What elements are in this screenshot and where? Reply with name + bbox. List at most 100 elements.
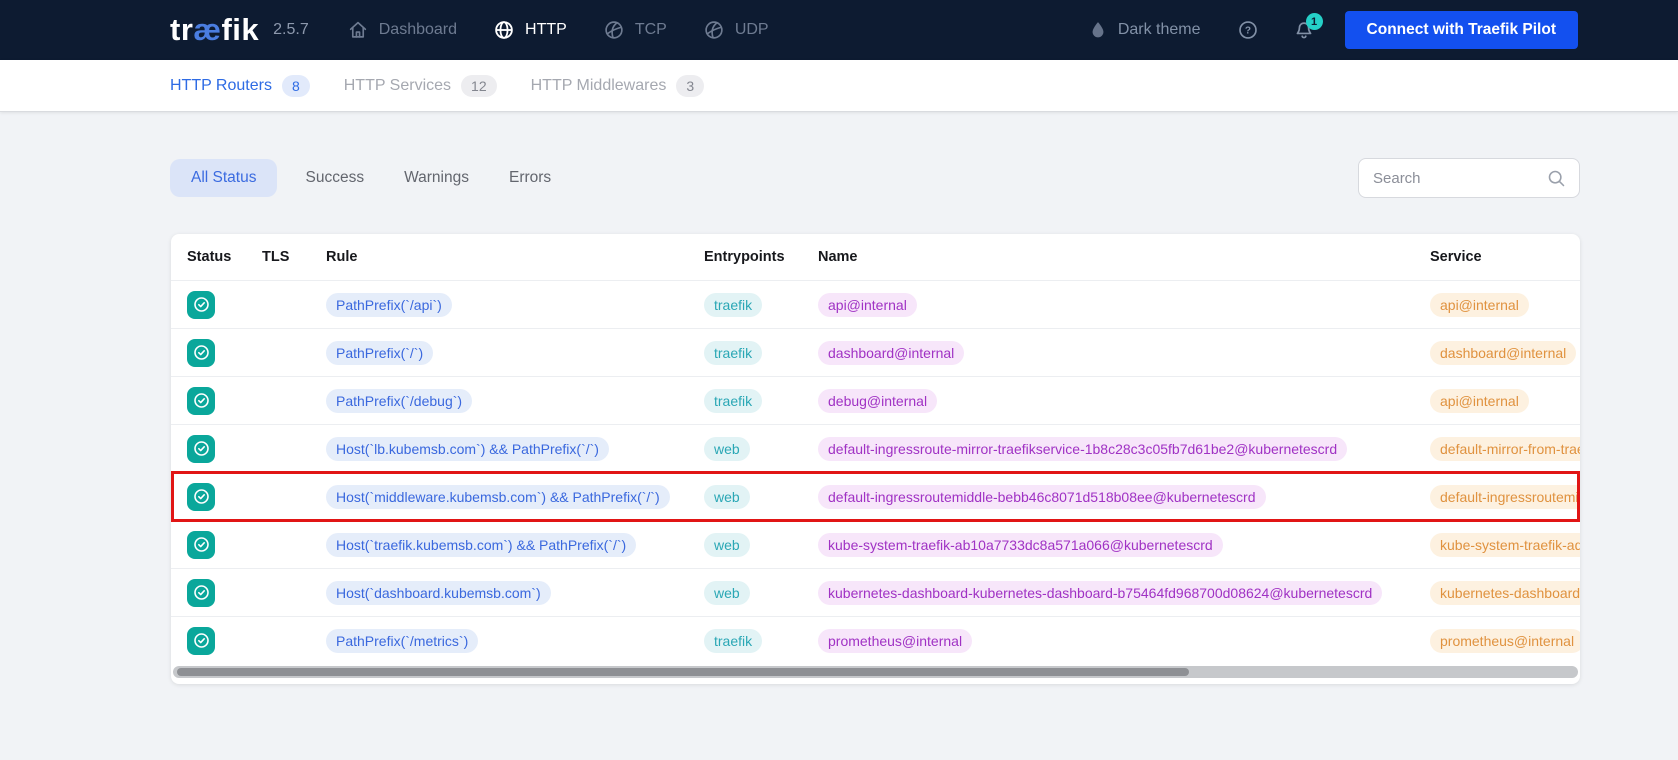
- success-status-icon: [187, 387, 215, 415]
- name-pill: default-ingressroute-mirror-traefikservi…: [818, 437, 1347, 461]
- name-pill: default-ingressroutemiddle-bebb46c8071d5…: [818, 485, 1266, 509]
- table-row[interactable]: Host(`lb.kubemsb.com`) && PathPrefix(`/`…: [171, 424, 1580, 472]
- search-input[interactable]: [1371, 169, 1546, 188]
- success-status-icon: [187, 627, 215, 655]
- service-pill: default-ingressroutemiddle: [1430, 485, 1580, 509]
- connect-traefik-pilot-button[interactable]: Connect with Traefik Pilot: [1345, 11, 1578, 49]
- subnav-tabs: HTTP Routers 8 HTTP Services 12 HTTP Mid…: [0, 60, 1678, 112]
- service-pill: api@internal: [1430, 293, 1529, 317]
- entrypoints-pill: web: [704, 581, 750, 605]
- help-button[interactable]: ?: [1237, 19, 1259, 41]
- nav-item-dashboard[interactable]: Dashboard: [347, 19, 457, 41]
- rule-pill: Host(`traefik.kubemsb.com`) && PathPrefi…: [326, 533, 636, 557]
- tab-http-middlewares[interactable]: HTTP Middlewares 3: [531, 75, 705, 97]
- scrollbar-thumb[interactable]: [177, 668, 1189, 676]
- logo-ae-text: æ: [193, 12, 221, 47]
- entrypoints-pill: traefik: [704, 629, 762, 653]
- table-body: PathPrefix(`/api`) traefik api@internal …: [171, 280, 1580, 664]
- entrypoints-pill: traefik: [704, 293, 762, 317]
- top-navbar: træfik 2.5.7 Dashboard HTTP TCP UDP Dark…: [0, 0, 1678, 60]
- nav-item-label: Dashboard: [379, 21, 457, 39]
- table-row[interactable]: PathPrefix(`/debug`) traefik debug@inter…: [171, 376, 1580, 424]
- tab-label: HTTP Services: [344, 77, 451, 95]
- rule-pill: Host(`middleware.kubemsb.com`) && PathPr…: [326, 485, 670, 509]
- table-row[interactable]: Host(`dashboard.kubemsb.com`) web kubern…: [171, 568, 1580, 616]
- success-status-icon: [187, 579, 215, 607]
- home-icon: [347, 19, 369, 41]
- theme-toggle[interactable]: Dark theme: [1088, 20, 1201, 40]
- nav-item-udp[interactable]: UDP: [703, 19, 769, 41]
- table-row[interactable]: PathPrefix(`/metrics`) traefik prometheu…: [171, 616, 1580, 664]
- contrast-drop-icon: [1088, 20, 1108, 40]
- filter-chip-errors[interactable]: Errors: [509, 169, 551, 187]
- filter-row: All Status Success Warnings Errors: [170, 158, 1580, 198]
- nav-item-tcp[interactable]: TCP: [603, 19, 667, 41]
- version-label: 2.5.7: [273, 21, 309, 39]
- tab-label: HTTP Routers: [170, 77, 272, 95]
- column-header-rule: Rule: [326, 249, 704, 265]
- notification-badge: 1: [1306, 13, 1323, 30]
- table-row[interactable]: Host(`middleware.kubemsb.com`) && PathPr…: [171, 472, 1580, 520]
- search-box: [1358, 158, 1580, 198]
- horizontal-scrollbar[interactable]: [173, 666, 1578, 678]
- service-pill: prometheus@internal: [1430, 629, 1580, 653]
- column-header-entrypoints: Entrypoints: [704, 249, 818, 265]
- filter-chip-warnings[interactable]: Warnings: [404, 169, 469, 187]
- column-header-status: Status: [187, 249, 262, 265]
- service-pill: kube-system-traefik-admin: [1430, 533, 1580, 557]
- tab-count-badge: 12: [461, 75, 497, 97]
- name-pill: debug@internal: [818, 389, 937, 413]
- topbar-right: Dark theme ? 1 Connect with Traefik Pilo…: [1088, 11, 1578, 49]
- status-filter-group: All Status Success Warnings Errors: [170, 159, 551, 197]
- table-row[interactable]: PathPrefix(`/`) traefik dashboard@intern…: [171, 328, 1580, 376]
- globe-icon: [493, 19, 515, 41]
- nav-item-http[interactable]: HTTP: [493, 19, 567, 41]
- service-pill: api@internal: [1430, 389, 1529, 413]
- name-pill: kube-system-traefik-ab10a7733dc8a571a066…: [818, 533, 1223, 557]
- notifications-button[interactable]: 1: [1293, 19, 1315, 41]
- nav-item-label: UDP: [735, 21, 769, 39]
- filter-chip-all-status[interactable]: All Status: [170, 159, 277, 197]
- name-pill: prometheus@internal: [818, 629, 972, 653]
- tab-count-badge: 8: [282, 75, 310, 97]
- service-pill: dashboard@internal: [1430, 341, 1576, 365]
- rule-pill: Host(`dashboard.kubemsb.com`): [326, 581, 551, 605]
- table-header-row: Status TLS Rule Entrypoints Name Service: [171, 234, 1580, 280]
- tab-count-badge: 3: [676, 75, 704, 97]
- rule-pill: PathPrefix(`/metrics`): [326, 629, 478, 653]
- entrypoints-pill: web: [704, 485, 750, 509]
- content-area: All Status Success Warnings Errors Status T…: [0, 158, 1678, 684]
- tab-http-routers[interactable]: HTTP Routers 8: [170, 75, 310, 97]
- rule-pill: PathPrefix(`/api`): [326, 293, 452, 317]
- rule-pill: Host(`lb.kubemsb.com`) && PathPrefix(`/`…: [326, 437, 609, 461]
- logo-text: tr: [170, 12, 193, 47]
- tab-label: HTTP Middlewares: [531, 77, 667, 95]
- svg-text:?: ?: [1244, 26, 1250, 37]
- table-row[interactable]: PathPrefix(`/api`) traefik api@internal …: [171, 280, 1580, 328]
- theme-toggle-label: Dark theme: [1118, 21, 1201, 39]
- filter-chip-success[interactable]: Success: [305, 169, 364, 187]
- service-pill: kubernetes-dashboard: [1430, 581, 1580, 605]
- service-pill: default-mirror-from-traefikservice: [1430, 437, 1580, 461]
- traefik-dashboard: træfik 2.5.7 Dashboard HTTP TCP UDP Dark…: [0, 0, 1678, 684]
- success-status-icon: [187, 531, 215, 559]
- tab-http-services[interactable]: HTTP Services 12: [344, 75, 497, 97]
- column-header-name: Name: [818, 249, 1430, 265]
- table-row[interactable]: Host(`traefik.kubemsb.com`) && PathPrefi…: [171, 520, 1580, 568]
- search-icon: [1546, 168, 1567, 189]
- entrypoints-pill: traefik: [704, 341, 762, 365]
- success-status-icon: [187, 483, 215, 511]
- success-status-icon: [187, 291, 215, 319]
- column-header-tls: TLS: [262, 249, 326, 265]
- network-ball-icon: [703, 19, 725, 41]
- name-pill: dashboard@internal: [818, 341, 964, 365]
- traefik-logo[interactable]: træfik: [170, 12, 259, 48]
- rule-pill: PathPrefix(`/debug`): [326, 389, 472, 413]
- main-nav: Dashboard HTTP TCP UDP: [347, 19, 769, 41]
- entrypoints-pill: traefik: [704, 389, 762, 413]
- network-ball-icon: [603, 19, 625, 41]
- entrypoints-pill: web: [704, 437, 750, 461]
- http-routers-table: Status TLS Rule Entrypoints Name Service…: [171, 234, 1580, 684]
- success-status-icon: [187, 339, 215, 367]
- name-pill: api@internal: [818, 293, 917, 317]
